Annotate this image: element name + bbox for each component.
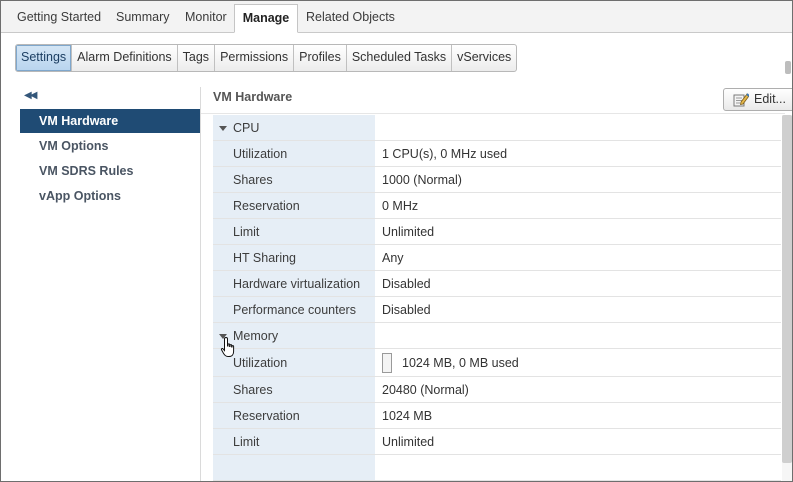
settings-nav: ◀◀ VM Hardware VM Options VM SDRS Rules … bbox=[15, 87, 201, 481]
table-row: Reservation 1024 MB bbox=[213, 403, 781, 429]
top-tab-bar: Getting Started Summary Monitor Manage R… bbox=[1, 1, 792, 33]
tab-related-objects[interactable]: Related Objects bbox=[298, 1, 403, 32]
property-value: Any bbox=[382, 251, 404, 265]
panel-title: VM Hardware bbox=[213, 90, 293, 104]
table-row: Limit Unlimited bbox=[213, 219, 781, 245]
property-value: Disabled bbox=[382, 277, 431, 291]
double-chevron-left-icon[interactable]: ◀◀ bbox=[24, 90, 37, 101]
subtab-scheduled-tasks[interactable]: Scheduled Tasks bbox=[347, 45, 453, 71]
nav-item-vm-sdrs-rules[interactable]: VM SDRS Rules bbox=[20, 159, 200, 183]
property-value: 0 MHz bbox=[382, 199, 419, 213]
table-row: HT Sharing Any bbox=[213, 245, 781, 271]
property-value: Disabled bbox=[382, 303, 431, 317]
table-row: Utilization 1 CPU(s), 0 MHz used bbox=[213, 141, 781, 167]
table-row: Performance counters Disabled bbox=[213, 297, 781, 323]
vm-settings-window: Getting Started Summary Monitor Manage R… bbox=[0, 0, 793, 482]
sub-tab-bar: Settings Alarm Definitions Tags Permissi… bbox=[15, 44, 518, 72]
table-row bbox=[213, 455, 781, 481]
edit-pencil-icon bbox=[733, 93, 749, 107]
tab-monitor[interactable]: Monitor bbox=[177, 1, 235, 32]
tab-summary[interactable]: Summary bbox=[108, 1, 177, 32]
expand-caret-icon bbox=[219, 126, 227, 131]
table-row: Limit Unlimited bbox=[213, 429, 781, 455]
subtab-vservices[interactable]: vServices bbox=[452, 45, 516, 71]
tab-getting-started[interactable]: Getting Started bbox=[9, 1, 109, 32]
cpu-section-label: CPU bbox=[233, 121, 260, 135]
table-row: Reservation 0 MHz bbox=[213, 193, 781, 219]
property-value: Unlimited bbox=[382, 435, 435, 449]
scrollbar-thumb[interactable] bbox=[782, 115, 792, 463]
property-value: 1 CPU(s), 0 MHz used bbox=[382, 147, 508, 161]
hand-cursor-icon bbox=[220, 336, 235, 357]
property-label: Performance counters bbox=[233, 303, 356, 317]
property-value: Unlimited bbox=[382, 225, 435, 239]
table-row: Shares 20480 (Normal) bbox=[213, 377, 781, 403]
property-label: Limit bbox=[233, 435, 260, 449]
subtab-permissions[interactable]: Permissions bbox=[215, 45, 295, 71]
property-value: 1024 MB, 0 MB used bbox=[402, 356, 519, 370]
tab-manage[interactable]: Manage bbox=[234, 4, 298, 33]
cpu-section-header[interactable]: CPU bbox=[213, 115, 781, 141]
property-label: Reservation bbox=[233, 199, 300, 213]
table-row: Utilization 1024 MB, 0 MB used bbox=[213, 349, 781, 377]
memory-section-header[interactable]: Memory bbox=[213, 323, 781, 349]
nav-item-vm-hardware[interactable]: VM Hardware bbox=[20, 109, 200, 133]
property-label: Utilization bbox=[233, 147, 288, 161]
property-label: Hardware virtualization bbox=[233, 277, 361, 291]
property-label: Reservation bbox=[233, 409, 300, 423]
property-label: Shares bbox=[233, 173, 273, 187]
edit-button[interactable]: Edit... bbox=[723, 88, 792, 111]
panel-resize-handle[interactable] bbox=[785, 61, 791, 74]
property-value: 1000 (Normal) bbox=[382, 173, 462, 187]
property-label: Limit bbox=[233, 225, 260, 239]
table-row: Hardware virtualization Disabled bbox=[213, 271, 781, 297]
property-value: 20480 (Normal) bbox=[382, 383, 469, 397]
subtab-settings[interactable]: Settings bbox=[16, 45, 73, 71]
property-label: Utilization bbox=[233, 356, 288, 370]
property-label: Shares bbox=[233, 383, 273, 397]
edit-button-label: Edit... bbox=[754, 92, 786, 106]
subtab-tags[interactable]: Tags bbox=[178, 45, 216, 71]
divider bbox=[201, 113, 785, 114]
property-label: HT Sharing bbox=[233, 251, 296, 265]
subtab-profiles[interactable]: Profiles bbox=[294, 45, 347, 71]
nav-item-vm-options[interactable]: VM Options bbox=[20, 134, 200, 158]
table-row: Shares 1000 (Normal) bbox=[213, 167, 781, 193]
property-value: 1024 MB bbox=[382, 409, 433, 423]
memory-usage-bar bbox=[382, 353, 392, 373]
nav-item-vapp-options[interactable]: vApp Options bbox=[20, 184, 200, 208]
subtab-alarm-definitions[interactable]: Alarm Definitions bbox=[72, 45, 178, 71]
